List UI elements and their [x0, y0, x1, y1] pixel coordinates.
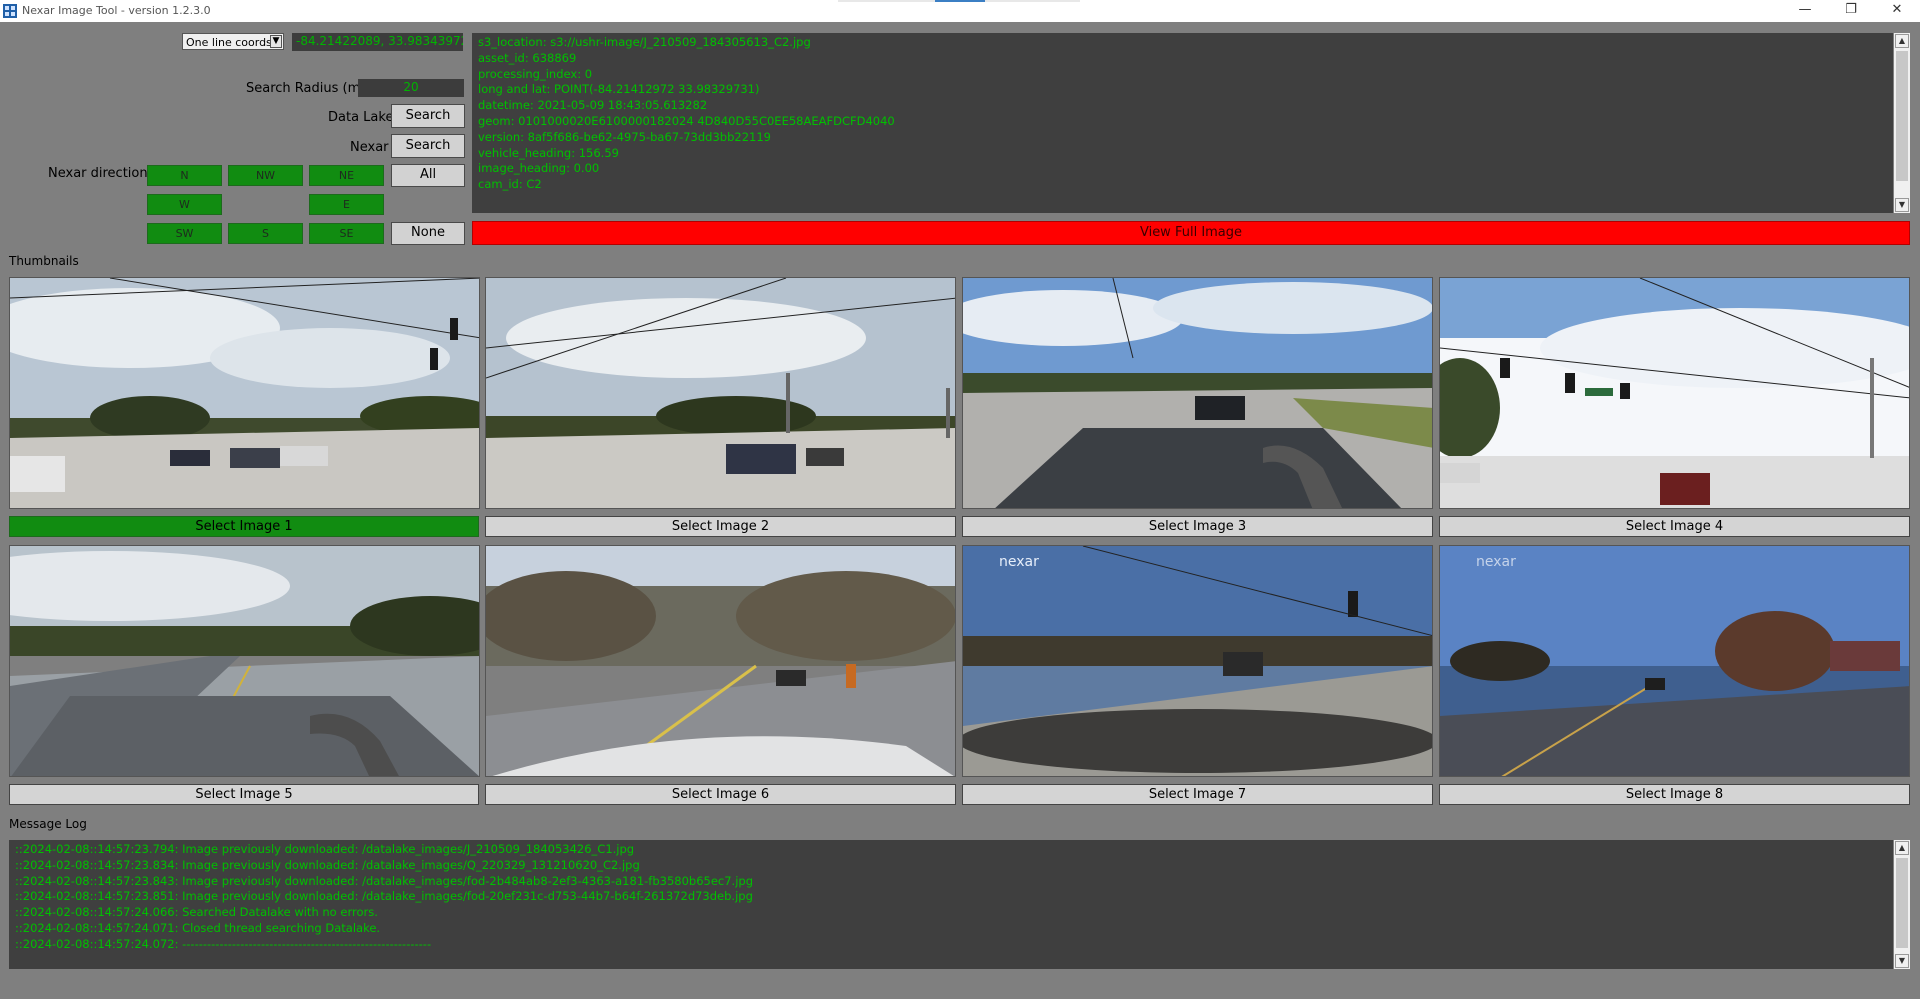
- street-photo-4: [1440, 278, 1909, 508]
- direction-se-button[interactable]: SE: [309, 223, 384, 244]
- street-photo-7: nexar: [963, 546, 1432, 776]
- nexar-watermark: nexar: [999, 554, 1039, 570]
- log-line: ::2024-02-08::14:57:23.843: Image previo…: [15, 873, 753, 888]
- street-photo-3: [963, 278, 1432, 508]
- window-title: Nexar Image Tool - version 1.2.3.0: [22, 4, 211, 17]
- scroll-thumb[interactable]: [1896, 858, 1908, 948]
- thumbnail-image[interactable]: [1439, 277, 1910, 509]
- log-line: ::2024-02-08::14:57:23.794: Image previo…: [15, 842, 635, 856]
- street-photo-5: [10, 546, 479, 776]
- thumbnail-image[interactable]: [9, 545, 480, 777]
- thumbnail-image[interactable]: [485, 277, 956, 509]
- info-line: s3_location: s3://ushr-image/J_210509_18…: [478, 35, 811, 49]
- select-image-2-button[interactable]: Select Image 2: [485, 516, 956, 537]
- directions-none-button[interactable]: None: [391, 222, 465, 245]
- image-info-panel[interactable]: s3_location: s3://ushr-image/J_210509_18…: [472, 33, 1893, 213]
- info-line: processing_index: 0: [478, 66, 593, 81]
- log-line: ::2024-02-08::14:57:23.834: Image previo…: [15, 857, 640, 872]
- scroll-down-icon[interactable]: ▼: [1895, 954, 1909, 968]
- street-photo-8: nexar: [1440, 546, 1909, 776]
- coords-input[interactable]: -84.21422089, 33.98343972: [292, 33, 463, 51]
- info-line: cam_id: C2: [478, 177, 542, 192]
- direction-s-button[interactable]: S: [228, 223, 303, 244]
- select-image-8-button[interactable]: Select Image 8: [1439, 784, 1910, 805]
- log-scrollbar[interactable]: ▲ ▼: [1894, 840, 1910, 969]
- view-full-image-button[interactable]: View Full Image: [472, 221, 1910, 245]
- direction-nw-button[interactable]: NW: [228, 165, 303, 186]
- search-radius-label: Search Radius (m): [246, 81, 366, 96]
- street-photo-1: [10, 278, 479, 508]
- info-line: datetime: 2021-05-09 18:43:05.613282: [478, 98, 708, 113]
- coords-format-value: One line coords: [186, 36, 272, 49]
- select-image-5-button[interactable]: Select Image 5: [9, 784, 479, 805]
- coords-format-select[interactable]: One line coords: [182, 33, 284, 50]
- direction-w-button[interactable]: W: [147, 194, 222, 215]
- thumbnails-label: Thumbnails: [9, 254, 79, 268]
- message-log-label: Message Log: [9, 817, 87, 831]
- info-line: geom: 0101000020E6100000182024 4D840D55C…: [478, 113, 895, 128]
- scroll-up-icon[interactable]: ▲: [1895, 34, 1909, 48]
- select-image-1-button[interactable]: Select Image 1: [9, 516, 479, 537]
- thumbnail-image[interactable]: [962, 277, 1433, 509]
- scroll-down-icon[interactable]: ▼: [1895, 198, 1909, 212]
- search-radius-input[interactable]: 20: [358, 79, 464, 97]
- taskbar-hint-active: [935, 0, 985, 2]
- info-line: long and lat: POINT(-84.21412972 33.9832…: [478, 82, 760, 97]
- data-lake-label: Data Lake: [328, 110, 394, 125]
- info-line: image_heading: 0.00: [478, 161, 600, 176]
- minimize-button[interactable]: —: [1782, 0, 1828, 22]
- info-line: version: 8af5f686-be62-4975-ba67-73dd3bb…: [478, 129, 771, 144]
- directions-all-button[interactable]: All: [391, 164, 465, 187]
- title-bar[interactable]: Nexar Image Tool - version 1.2.3.0 — ❐ ✕: [0, 0, 1920, 22]
- scroll-up-icon[interactable]: ▲: [1895, 841, 1909, 855]
- data-lake-search-button[interactable]: Search: [391, 104, 465, 128]
- select-image-3-button[interactable]: Select Image 3: [962, 516, 1433, 537]
- street-photo-2: [486, 278, 955, 508]
- log-line: ::2024-02-08::14:57:24.072: ------------…: [15, 936, 432, 951]
- log-line: ::2024-02-08::14:57:24.071: Closed threa…: [15, 920, 381, 935]
- info-line: vehicle_heading: 156.59: [478, 145, 619, 160]
- direction-sw-button[interactable]: SW: [147, 223, 222, 244]
- nexar-search-button[interactable]: Search: [391, 134, 465, 158]
- nexar-directions-label: Nexar directions: [48, 166, 155, 181]
- restore-button[interactable]: ❐: [1828, 0, 1874, 22]
- scroll-thumb[interactable]: [1896, 51, 1908, 181]
- thumbnail-image[interactable]: nexar: [962, 545, 1433, 777]
- direction-ne-button[interactable]: NE: [309, 165, 384, 186]
- info-line: asset_id: 638869: [478, 50, 577, 65]
- message-log-panel[interactable]: ::2024-02-08::14:57:23.794: Image previo…: [9, 840, 1893, 969]
- nexar-label: Nexar: [350, 140, 389, 155]
- thumbnail-image[interactable]: nexar: [1439, 545, 1910, 777]
- nexar-watermark: nexar: [1476, 554, 1516, 570]
- street-photo-6: [486, 546, 955, 776]
- direction-n-button[interactable]: N: [147, 165, 222, 186]
- direction-e-button[interactable]: E: [309, 194, 384, 215]
- log-line: ::2024-02-08::14:57:23.851: Image previo…: [15, 889, 753, 904]
- thumbnail-image[interactable]: [485, 545, 956, 777]
- app-icon: [3, 4, 17, 18]
- info-scrollbar[interactable]: ▲ ▼: [1894, 33, 1910, 213]
- close-button[interactable]: ✕: [1874, 0, 1920, 22]
- chevron-down-icon[interactable]: ▼: [270, 35, 282, 48]
- select-image-6-button[interactable]: Select Image 6: [485, 784, 956, 805]
- select-image-4-button[interactable]: Select Image 4: [1439, 516, 1910, 537]
- thumbnail-image[interactable]: [9, 277, 480, 509]
- select-image-7-button[interactable]: Select Image 7: [962, 784, 1433, 805]
- log-line: ::2024-02-08::14:57:24.066: Searched Dat…: [15, 905, 378, 920]
